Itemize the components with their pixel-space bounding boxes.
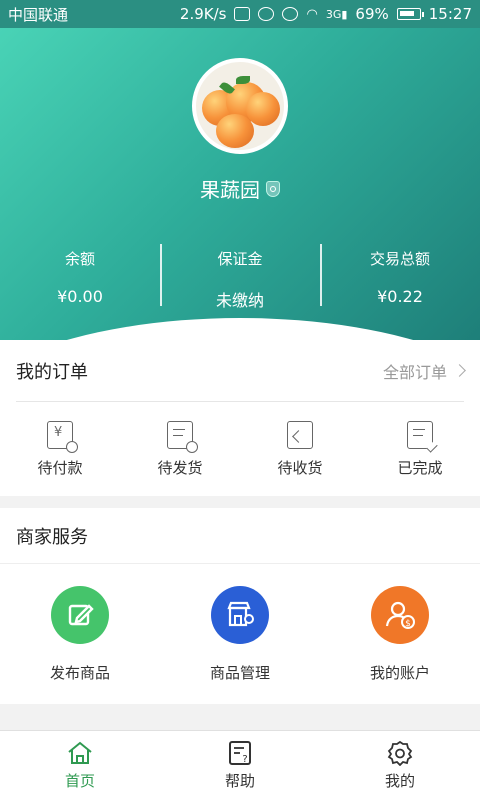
svg-text:$: $ bbox=[405, 619, 411, 629]
order-status-label: 待付款 bbox=[37, 458, 83, 477]
eye-icon bbox=[282, 7, 299, 21]
order-pending-receipt[interactable]: 待收货 bbox=[240, 402, 360, 496]
shop-avatar[interactable] bbox=[192, 58, 288, 154]
services-list: 发布商品 商品管理 $ 我的账户 bbox=[0, 564, 480, 704]
header-curve bbox=[0, 318, 480, 340]
bottom-navigation: 首页 ? 帮助 我的 bbox=[0, 730, 480, 800]
store-settings-icon bbox=[211, 585, 269, 644]
pending-payment-icon: ¥ bbox=[47, 420, 78, 453]
network-type: 3G bbox=[325, 7, 342, 21]
signal-icon: 3G▮ bbox=[325, 7, 348, 21]
svg-text:?: ? bbox=[242, 754, 247, 765]
pending-shipment-icon bbox=[167, 420, 198, 453]
help-icon: ? bbox=[229, 741, 251, 765]
order-pending-payment[interactable]: ¥ 待付款 bbox=[0, 402, 120, 496]
peach-image bbox=[246, 92, 280, 126]
account-stats: 余额 ¥0.00 保证金 未缴纳 交易总额 ¥0.22 bbox=[0, 244, 480, 310]
carrier-name: 中国联通 bbox=[8, 5, 69, 24]
tab-label: 帮助 bbox=[224, 772, 255, 790]
orders-header: 我的订单 全部订单 bbox=[16, 340, 466, 402]
wifi-icon: ◠ bbox=[306, 6, 318, 22]
shop-name-row: 果蔬园 bbox=[0, 174, 480, 203]
tab-mine[interactable]: 我的 bbox=[320, 731, 480, 800]
tab-label: 我的 bbox=[384, 772, 415, 790]
shield-user-icon bbox=[266, 180, 280, 197]
settings-icon bbox=[387, 740, 413, 766]
home-icon bbox=[68, 741, 92, 764]
profile-header: 果蔬园 余额 ¥0.00 保证金 未缴纳 交易总额 ¥0.22 bbox=[0, 28, 480, 340]
service-label: 我的账户 bbox=[369, 663, 430, 682]
network-speed: 2.9K/s bbox=[179, 5, 227, 23]
stat-deposit[interactable]: 保证金 未缴纳 bbox=[160, 244, 320, 310]
service-label: 发布商品 bbox=[49, 663, 110, 682]
all-orders-link[interactable]: 全部订单 bbox=[382, 359, 466, 383]
order-status-label: 待发货 bbox=[157, 458, 203, 477]
completed-icon bbox=[407, 420, 438, 453]
stat-total-transactions[interactable]: 交易总额 ¥0.22 bbox=[320, 244, 480, 306]
stat-value: ¥0.00 bbox=[57, 287, 103, 306]
stat-label: 余额 bbox=[64, 250, 95, 268]
services-title: 商家服务 bbox=[16, 526, 88, 548]
service-label: 商品管理 bbox=[209, 663, 270, 682]
stat-value: ¥0.22 bbox=[377, 287, 423, 306]
tab-home[interactable]: 首页 bbox=[0, 731, 160, 800]
tab-help[interactable]: ? 帮助 bbox=[160, 731, 320, 800]
shop-name: 果蔬园 bbox=[200, 178, 260, 202]
alarm-icon bbox=[258, 7, 275, 21]
edit-icon bbox=[51, 585, 109, 644]
service-product-management[interactable]: 商品管理 bbox=[160, 564, 320, 704]
stat-label: 保证金 bbox=[217, 250, 263, 268]
tab-label: 首页 bbox=[64, 772, 95, 790]
battery-percent: 69% bbox=[355, 5, 389, 23]
order-status-list: ¥ 待付款 待发货 待收货 已完成 bbox=[0, 402, 480, 496]
order-completed[interactable]: 已完成 bbox=[360, 402, 480, 496]
stat-balance[interactable]: 余额 ¥0.00 bbox=[0, 244, 160, 306]
all-orders-label: 全部订单 bbox=[382, 362, 447, 382]
status-bar: 中国联通 2.9K/s ◠ 3G▮ 69% 15:27 bbox=[0, 0, 480, 28]
order-status-label: 待收货 bbox=[277, 458, 323, 477]
order-pending-shipment[interactable]: 待发货 bbox=[120, 402, 240, 496]
orders-title: 我的订单 bbox=[16, 361, 88, 383]
stat-label: 交易总额 bbox=[369, 250, 430, 268]
stat-value: 未缴纳 bbox=[215, 291, 264, 310]
order-status-label: 已完成 bbox=[397, 458, 443, 477]
service-publish-product[interactable]: 发布商品 bbox=[0, 564, 160, 704]
vibrate-icon bbox=[234, 7, 251, 21]
service-my-account[interactable]: $ 我的账户 bbox=[320, 564, 480, 704]
orders-section: 我的订单 全部订单 ¥ 待付款 待发货 待收货 已完成 bbox=[0, 340, 480, 496]
merchant-services-section: 商家服务 发布商品 商品管理 $ 我的账户 bbox=[0, 508, 480, 704]
chevron-right-icon bbox=[453, 364, 466, 377]
services-header: 商家服务 bbox=[0, 508, 480, 564]
battery-icon bbox=[396, 8, 424, 20]
leaf-image bbox=[236, 76, 250, 84]
account-icon: $ bbox=[371, 585, 429, 644]
pending-receipt-icon bbox=[287, 420, 313, 449]
peach-image bbox=[216, 114, 254, 148]
clock-time: 15:27 bbox=[428, 5, 472, 23]
